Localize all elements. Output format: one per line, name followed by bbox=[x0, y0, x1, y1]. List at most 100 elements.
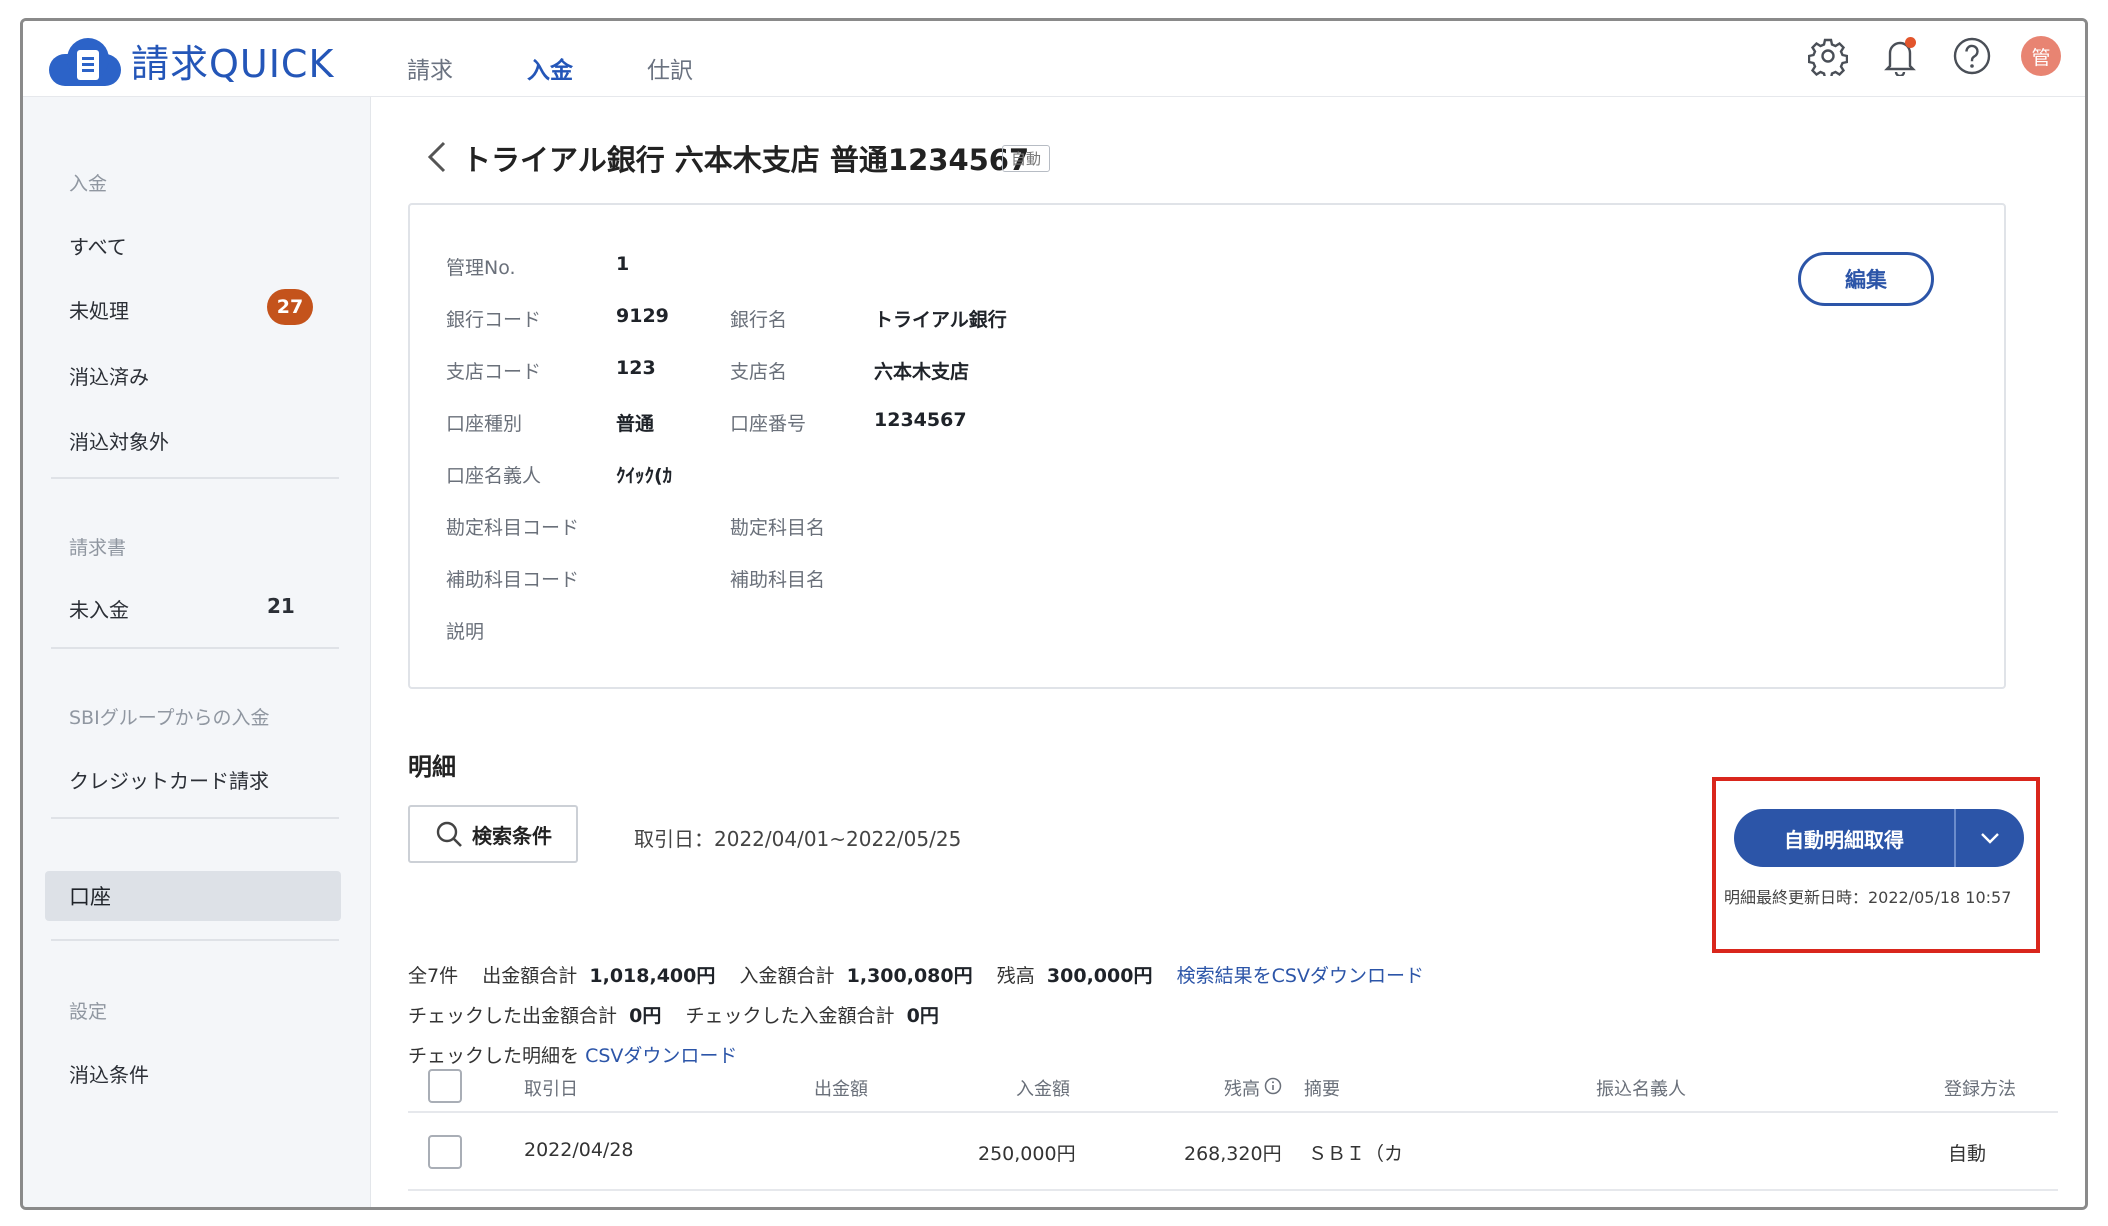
col-out[interactable]: 出金額 bbox=[814, 1075, 868, 1101]
search-conditions-label: 検索条件 bbox=[472, 823, 552, 848]
sidebar-group-sbi: SBIグループからの入金 bbox=[69, 707, 270, 729]
sidebar-item-cleared[interactable]: 消込済み bbox=[69, 361, 149, 390]
select-all-checkbox[interactable] bbox=[428, 1069, 462, 1103]
description-label: 説明 bbox=[446, 621, 485, 643]
row-method: 自動 bbox=[1948, 1143, 1987, 1165]
app-logo[interactable]: 請求QUICK bbox=[49, 33, 334, 88]
header-actions: 管 bbox=[1805, 33, 2061, 79]
sidebar-divider bbox=[51, 817, 339, 819]
user-avatar[interactable]: 管 bbox=[2021, 36, 2061, 76]
last-update-text: 明細最終更新日時：2022/05/18 10:57 bbox=[1724, 888, 2012, 907]
mgmt-no-label: 管理No. bbox=[446, 257, 516, 279]
app-logo-text: 請求QUICK bbox=[131, 42, 335, 86]
col-payer[interactable]: 振込名義人 bbox=[1596, 1075, 1686, 1101]
date-range-text: 取引日：2022/04/01~2022/05/25 bbox=[634, 827, 962, 851]
edit-button[interactable]: 編集 bbox=[1798, 252, 1934, 306]
search-conditions-button[interactable]: 検索条件 bbox=[408, 805, 578, 863]
auto-tag: 自動 bbox=[1002, 145, 1051, 172]
sub-name-label: 補助科目名 bbox=[730, 569, 826, 591]
details-section-title: 明細 bbox=[408, 753, 456, 781]
sidebar-item-credit-card[interactable]: クレジットカード請求 bbox=[69, 765, 269, 794]
unprocessed-count-badge: 27 bbox=[267, 289, 313, 325]
auto-fetch-label: 自動明細取得 bbox=[1784, 827, 1904, 852]
table-header: 取引日 出金額 入金額 残高 摘要 振込名義人 登録方法 bbox=[408, 1057, 2058, 1113]
account-holder-label: 口座名義人 bbox=[446, 465, 542, 487]
sidebar-item-unpaid[interactable]: 未入金 bbox=[69, 594, 129, 623]
col-summary[interactable]: 摘要 bbox=[1304, 1075, 1340, 1101]
checked-in-value: 0円 bbox=[906, 1005, 939, 1027]
nav-invoice[interactable]: 請求 bbox=[407, 51, 527, 85]
sidebar-item-unprocessed[interactable]: 未処理 bbox=[69, 295, 129, 324]
account-type-value: 普通 bbox=[616, 413, 655, 435]
gear-icon[interactable] bbox=[1805, 33, 1851, 79]
sidebar-divider bbox=[51, 647, 339, 649]
branch-code-label: 支店コード bbox=[446, 361, 542, 383]
notification-dot bbox=[1905, 37, 1916, 48]
out-total-label: 出金額合計 bbox=[482, 965, 578, 987]
unpaid-count: 21 bbox=[267, 594, 295, 618]
sidebar-item-excluded[interactable]: 消込対象外 bbox=[69, 426, 169, 455]
in-total-label: 入金額合計 bbox=[739, 965, 835, 987]
account-number-label: 口座番号 bbox=[730, 413, 807, 435]
bank-name-value: トライアル銀行 bbox=[874, 309, 1007, 331]
branch-name-value: 六本木支店 bbox=[874, 361, 970, 383]
row-in: 250,000円 bbox=[978, 1143, 1076, 1165]
row-checkbox[interactable] bbox=[428, 1135, 462, 1169]
account-type-label: 口座種別 bbox=[446, 413, 523, 435]
col-method[interactable]: 登録方法 bbox=[1944, 1075, 2016, 1101]
help-icon[interactable] bbox=[1949, 33, 1995, 79]
top-header: 請求QUICK 請求 入金 仕訳 管 bbox=[23, 21, 2085, 97]
back-chevron-icon[interactable] bbox=[422, 137, 452, 177]
row-date: 2022/04/28 bbox=[524, 1139, 634, 1161]
checked-out-value: 0円 bbox=[629, 1005, 662, 1027]
balance-label: 残高 bbox=[996, 965, 1035, 987]
bank-name-label: 銀行名 bbox=[730, 309, 788, 331]
balance-value: 300,000円 bbox=[1046, 965, 1153, 987]
sidebar: 入金 すべて 未処理 27 消込済み 消込対象外 請求書 未入金 21 SBIグ… bbox=[23, 97, 371, 1207]
row-balance: 268,320円 bbox=[1184, 1143, 1282, 1165]
bank-code-label: 銀行コード bbox=[446, 309, 542, 331]
sidebar-divider bbox=[51, 939, 339, 941]
col-date[interactable]: 取引日 bbox=[524, 1075, 578, 1101]
nav-payment[interactable]: 入金 bbox=[527, 51, 647, 85]
branch-code-value: 123 bbox=[616, 357, 656, 379]
in-total-value: 1,300,080円 bbox=[846, 965, 973, 987]
sidebar-group-payment: 入金 bbox=[69, 173, 108, 195]
info-icon[interactable] bbox=[1264, 1077, 1282, 1100]
col-balance[interactable]: 残高 bbox=[1224, 1075, 1260, 1101]
cloud-document-icon bbox=[49, 36, 121, 86]
sidebar-group-invoice: 請求書 bbox=[69, 537, 127, 559]
bell-icon[interactable] bbox=[1877, 33, 1923, 79]
totals-summary: 全7件 出金額合計 1,018,400円 入金額合計 1,300,080円 残高… bbox=[408, 961, 1424, 988]
checked-out-label: チェックした出金額合計 bbox=[408, 1005, 618, 1027]
page-title: トライアル銀行 六本木支店 普通1234567 bbox=[462, 143, 1030, 177]
row-summary: ＳＢＩ（カ bbox=[1308, 1143, 1404, 1165]
mgmt-no-value: 1 bbox=[616, 253, 630, 275]
chevron-down-icon[interactable] bbox=[1956, 831, 2024, 845]
sidebar-item-rules[interactable]: 消込条件 bbox=[69, 1059, 149, 1088]
auto-fetch-button[interactable]: 自動明細取得 bbox=[1734, 809, 2024, 867]
csv-search-link[interactable]: 検索結果をCSVダウンロード bbox=[1177, 965, 1424, 987]
nav-journal[interactable]: 仕訳 bbox=[647, 51, 767, 85]
out-total-value: 1,018,400円 bbox=[589, 965, 716, 987]
subject-name-label: 勘定科目名 bbox=[730, 517, 826, 539]
checked-summary: チェックした出金額合計 0円 チェックした入金額合計 0円 bbox=[408, 1001, 939, 1028]
sidebar-item-account[interactable]: 口座 bbox=[45, 871, 341, 921]
main-content: トライアル銀行 六本木支店 普通1234567 自動 管理No. 1 銀行コード… bbox=[372, 97, 2085, 1207]
subject-code-label: 勘定科目コード bbox=[446, 517, 580, 539]
account-holder-value: ｸｲｯｸ(ｶ bbox=[616, 465, 673, 487]
col-in[interactable]: 入金額 bbox=[1016, 1075, 1070, 1101]
app-window: 請求QUICK 請求 入金 仕訳 管 入金 すべて 未処理 27 消込済み 消込… bbox=[20, 18, 2088, 1210]
account-info-card: 管理No. 1 銀行コード 9129 銀行名 トライアル銀行 支店コード 123… bbox=[408, 203, 2006, 689]
table-row[interactable]: 2022/04/28 250,000円 268,320円 ＳＢＩ（カ 自動 bbox=[408, 1113, 2058, 1191]
bank-code-value: 9129 bbox=[616, 305, 669, 327]
sidebar-item-all[interactable]: すべて bbox=[69, 231, 127, 260]
search-icon bbox=[436, 821, 462, 847]
sidebar-divider bbox=[51, 477, 339, 479]
total-count: 全7件 bbox=[408, 965, 459, 987]
sidebar-group-settings: 設定 bbox=[69, 1001, 108, 1023]
branch-name-label: 支店名 bbox=[730, 361, 788, 383]
top-navigation: 請求 入金 仕訳 bbox=[407, 51, 767, 85]
sub-code-label: 補助科目コード bbox=[446, 569, 580, 591]
account-number-value: 1234567 bbox=[874, 409, 967, 431]
